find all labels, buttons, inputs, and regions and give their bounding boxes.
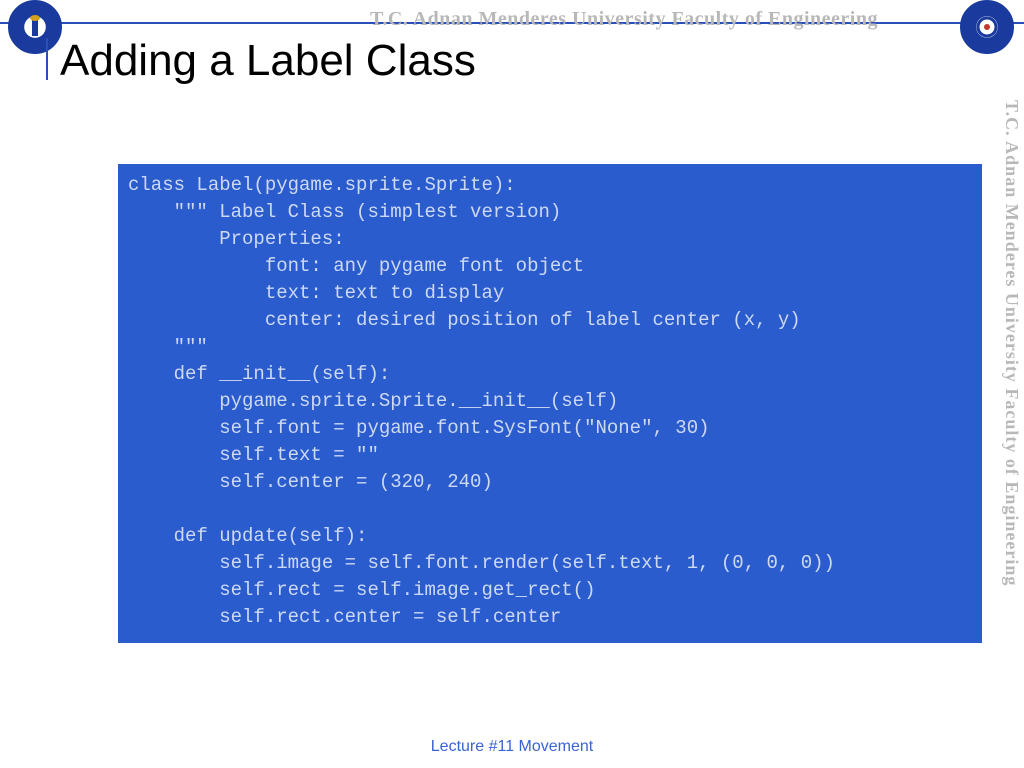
university-logo-left xyxy=(8,0,62,54)
faculty-logo-right xyxy=(960,0,1014,54)
header-watermark: T.C. Adnan Menderes University Faculty o… xyxy=(370,8,964,31)
side-watermark: T.C. Adnan Menderes University Faculty o… xyxy=(994,100,1022,586)
page-title: Adding a Label Class xyxy=(60,36,476,86)
code-block: class Label(pygame.sprite.Sprite): """ L… xyxy=(118,164,982,643)
title-accent-bar xyxy=(46,38,48,80)
gear-icon xyxy=(972,12,1002,42)
footer-lecture-label: Lecture #11 Movement xyxy=(0,738,1024,756)
